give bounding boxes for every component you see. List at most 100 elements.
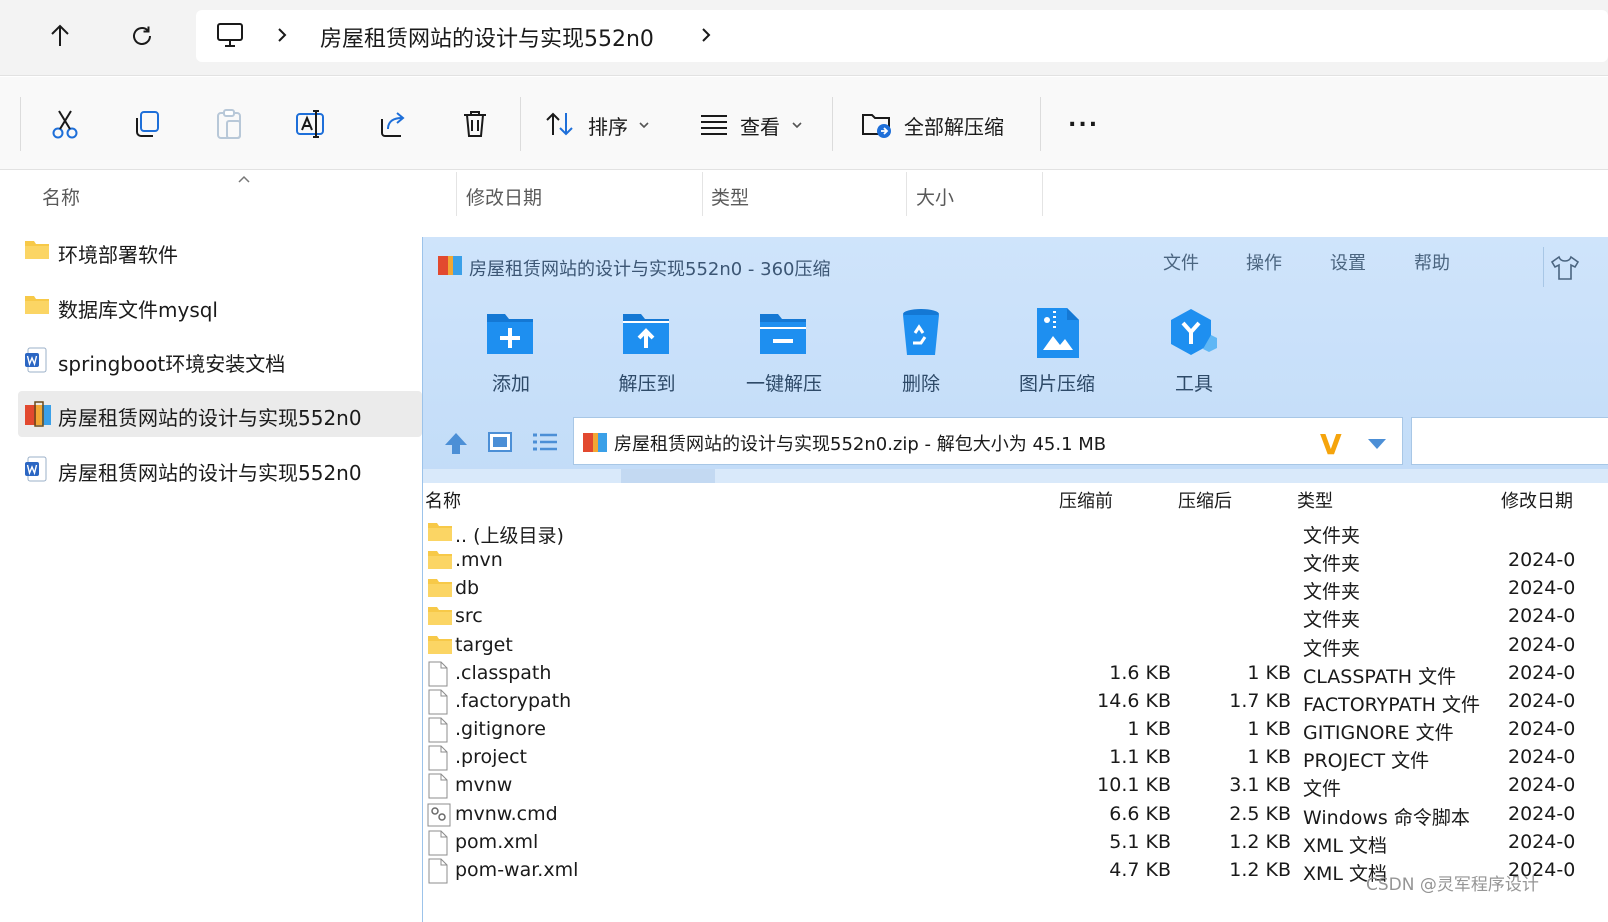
- archive-row-before: 4.7 KB: [1109, 859, 1171, 881]
- chevron-down-icon[interactable]: [638, 115, 650, 134]
- delete-button[interactable]: [458, 107, 492, 141]
- archive-row[interactable]: mvnw 10.1 KB 3.1 KB 文件 2024-0: [423, 772, 1608, 800]
- column-header-name[interactable]: 名称: [42, 183, 80, 227]
- refresh-button[interactable]: [120, 14, 164, 58]
- rename-button[interactable]: [294, 107, 328, 141]
- more-options-button[interactable]: ...: [1068, 107, 1099, 132]
- thumbnail-view-button[interactable]: [487, 431, 513, 457]
- file-row[interactable]: 数据库文件mysql: [18, 283, 422, 329]
- sort-icon[interactable]: [543, 107, 577, 141]
- archive-row[interactable]: .. (上级目录) 文件夹: [423, 519, 1608, 547]
- archive-row-after: 1 KB: [1247, 662, 1291, 684]
- archive-row-date: 2024-0: [1508, 662, 1576, 684]
- chevron-right-icon[interactable]: [700, 24, 712, 50]
- archive-row[interactable]: .factorypath 14.6 KB 1.7 KB FACTORYPATH …: [423, 688, 1608, 716]
- list-view-button[interactable]: [531, 431, 559, 457]
- view-button[interactable]: 查看: [740, 111, 780, 140]
- archive-row-type: XML 文档: [1303, 835, 1388, 857]
- archive-row[interactable]: target 文件夹 2024-0: [423, 632, 1608, 660]
- archive-row[interactable]: src 文件夹 2024-0: [423, 603, 1608, 631]
- parent-folder-button[interactable]: [443, 431, 469, 459]
- column-divider[interactable]: [456, 172, 457, 216]
- address-box[interactable]: 房屋租赁网站的设计与实现552n0: [196, 10, 1608, 62]
- cut-button[interactable]: [48, 107, 82, 141]
- archive-row-type: PROJECT 文件: [1303, 750, 1430, 772]
- archive-row[interactable]: .project 1.1 KB 1 KB PROJECT 文件 2024-0: [423, 744, 1608, 772]
- archive-row[interactable]: .mvn 文件夹 2024-0: [423, 547, 1608, 575]
- delete-archive-button[interactable]: 删除: [866, 303, 976, 403]
- breadcrumb-current-folder[interactable]: 房屋租赁网站的设计与实现552n0: [320, 21, 654, 53]
- paste-button[interactable]: [212, 107, 246, 141]
- tool-label: 添加: [491, 373, 530, 395]
- archive-row-before: 14.6 KB: [1097, 690, 1171, 712]
- chevron-right-icon[interactable]: [276, 24, 288, 50]
- verified-v-icon[interactable]: V: [1320, 428, 1342, 461]
- column-header-size[interactable]: 大小: [916, 183, 954, 227]
- header-strip: [423, 469, 1608, 483]
- this-pc-icon[interactable]: [216, 22, 244, 52]
- archive-row-type: 文件夹: [1303, 581, 1361, 603]
- dropdown-arrow-icon[interactable]: [1366, 436, 1388, 455]
- file-row[interactable]: 房屋租赁网站的设计与实现552n0: [18, 446, 422, 492]
- archive-path-box[interactable]: 房屋租赁网站的设计与实现552n0.zip - 解包大小为 45.1 MB V: [573, 417, 1403, 465]
- copy-button[interactable]: [130, 107, 164, 141]
- archive-row-name: .mvn: [455, 549, 503, 571]
- menu-settings[interactable]: 设置: [1330, 249, 1366, 275]
- folder-icon: [427, 548, 453, 575]
- archive-row[interactable]: pom.xml 5.1 KB 1.2 KB XML 文档 2024-0: [423, 829, 1608, 857]
- archive-row-date: 2024-0: [1508, 577, 1576, 599]
- menu-help[interactable]: 帮助: [1414, 249, 1450, 275]
- copy-icon: [136, 111, 159, 137]
- trash-icon: [464, 111, 486, 137]
- column-divider[interactable]: [906, 172, 907, 216]
- menu-operation[interactable]: 操作: [1246, 249, 1282, 275]
- arrow-up-icon: [51, 24, 69, 46]
- archive-row-after: 3.1 KB: [1229, 774, 1291, 796]
- archive-column-before[interactable]: 压缩前: [1059, 487, 1113, 513]
- add-button[interactable]: 添加: [456, 303, 566, 403]
- add-folder-icon: [481, 303, 541, 363]
- recycle-bin-icon: [891, 303, 951, 363]
- file-row-selected[interactable]: 房屋租赁网站的设计与实现552n0: [18, 391, 422, 437]
- image-compress-button[interactable]: 图片压缩: [1002, 303, 1112, 403]
- tools-button[interactable]: 工具: [1139, 303, 1249, 403]
- zip-archive-icon: [24, 401, 52, 431]
- folder-icon: [427, 576, 453, 603]
- extract-all-icon[interactable]: [860, 107, 894, 141]
- archive-column-type[interactable]: 类型: [1297, 487, 1333, 513]
- folder-icon: [427, 604, 453, 631]
- archive-row-name: pom.xml: [455, 831, 539, 853]
- archive-row[interactable]: .gitignore 1 KB 1 KB GITIGNORE 文件 2024-0: [423, 716, 1608, 744]
- archive-column-name[interactable]: 名称: [425, 487, 461, 513]
- rename-icon: [296, 110, 324, 138]
- up-button[interactable]: [38, 14, 82, 58]
- share-button[interactable]: [376, 107, 410, 141]
- sort-button[interactable]: 排序: [588, 111, 628, 140]
- archive-row[interactable]: db 文件夹 2024-0: [423, 575, 1608, 603]
- menu-file[interactable]: 文件: [1163, 249, 1199, 275]
- archive-row[interactable]: .classpath 1.6 KB 1 KB CLASSPATH 文件 2024…: [423, 660, 1608, 688]
- column-divider[interactable]: [1042, 172, 1043, 216]
- archive-column-after[interactable]: 压缩后: [1178, 487, 1232, 513]
- column-divider[interactable]: [702, 172, 703, 216]
- tool-label: 图片压缩: [1018, 373, 1095, 395]
- chevron-down-icon[interactable]: [791, 115, 803, 134]
- column-header-date[interactable]: 修改日期: [466, 183, 542, 227]
- archive-row-type: Windows 命令脚本: [1303, 807, 1470, 829]
- skin-button[interactable]: [1543, 247, 1608, 287]
- extract-all-button[interactable]: 全部解压缩: [904, 111, 1004, 140]
- file-icon: [427, 858, 449, 889]
- view-icon[interactable]: [697, 107, 731, 141]
- divider: [1040, 97, 1041, 151]
- column-header-type[interactable]: 类型: [711, 183, 749, 227]
- archive-row[interactable]: mvnw.cmd 6.6 KB 2.5 KB Windows 命令脚本 2024…: [423, 801, 1608, 829]
- extract-to-button[interactable]: 解压到: [592, 303, 702, 403]
- archive-column-date[interactable]: 修改日期: [1501, 487, 1573, 513]
- one-click-extract-icon: [754, 303, 814, 363]
- file-row[interactable]: 环境部署软件: [18, 228, 422, 274]
- file-row[interactable]: springboot环境安装文档: [18, 337, 422, 383]
- archive-row-type: FACTORYPATH 文件: [1303, 694, 1480, 716]
- archive-row-date: 2024-0: [1508, 690, 1576, 712]
- archive-search-input[interactable]: [1411, 417, 1608, 465]
- one-click-extract-button[interactable]: 一键解压: [729, 303, 839, 403]
